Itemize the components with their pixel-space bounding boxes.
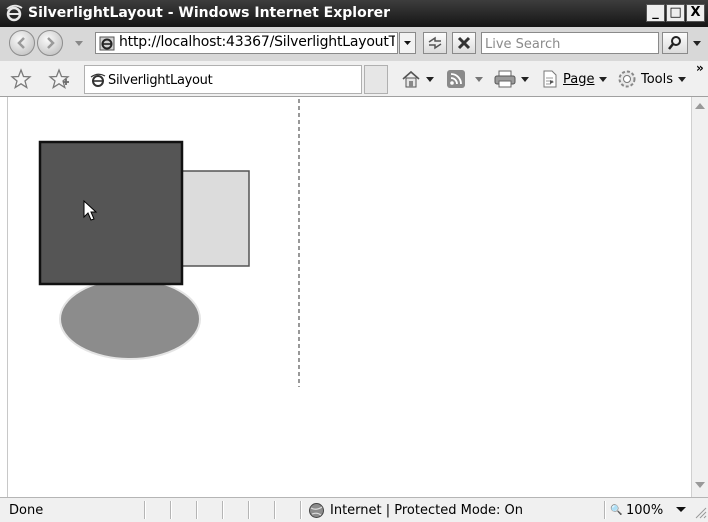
search-options-dropdown-icon[interactable]: [692, 40, 702, 48]
vertical-scrollbar[interactable]: [691, 97, 708, 497]
more-commands-chevron[interactable]: »: [696, 61, 704, 75]
content-left-border: [0, 97, 8, 497]
ie-logo-icon: [6, 4, 23, 22]
status-divider: [604, 501, 606, 519]
address-bar: http://localhost:43367/SilverlightLayout…: [0, 27, 708, 61]
back-button[interactable]: [9, 30, 35, 56]
window-title: SilverlightLayout - Windows Internet Exp…: [28, 5, 391, 21]
page-icon: [543, 70, 557, 88]
print-button[interactable]: [494, 67, 529, 91]
status-divider: [144, 501, 146, 519]
status-divider: [248, 501, 250, 519]
scroll-up-arrow-icon[interactable]: [695, 103, 705, 109]
page-icon: [90, 73, 106, 87]
forward-arrow-icon: [47, 37, 55, 49]
refresh-button[interactable]: [423, 32, 447, 54]
status-bar: Done Internet | Protected Mode: On 🔍 100…: [0, 497, 708, 522]
gear-icon: [618, 70, 636, 88]
dark-square: [38, 140, 184, 286]
feeds-button[interactable]: [447, 67, 483, 91]
status-divider: [300, 501, 302, 519]
address-field[interactable]: http://localhost:43367/SilverlightLayout…: [95, 32, 398, 54]
forward-button[interactable]: [37, 30, 63, 56]
new-tab-button[interactable]: [364, 65, 388, 94]
home-button[interactable]: [401, 67, 434, 91]
status-divider: [274, 501, 276, 519]
home-icon: [402, 70, 420, 88]
close-button[interactable]: X: [686, 4, 705, 22]
minimize-button[interactable]: _: [646, 4, 665, 22]
search-input[interactable]: [485, 35, 655, 54]
search-button[interactable]: [662, 32, 688, 54]
silverlight-canvas: [38, 99, 300, 387]
tools-menu[interactable]: Tools: [617, 67, 687, 91]
chevron-down-icon[interactable]: [678, 76, 687, 82]
printer-icon: [494, 70, 516, 88]
zoom-icon: 🔍: [610, 505, 623, 516]
refresh-icon: [428, 36, 442, 50]
chevron-down-icon[interactable]: [599, 76, 608, 82]
address-dropdown-button[interactable]: [399, 32, 416, 54]
rss-feed-icon: [447, 70, 465, 88]
chevron-down-icon[interactable]: [521, 76, 529, 82]
favorites-center-icon[interactable]: [10, 68, 32, 90]
add-favorites-icon[interactable]: [48, 68, 70, 90]
search-icon: [668, 36, 681, 50]
tab-label: SilverlightLayout: [108, 73, 213, 88]
resize-grip-icon[interactable]: [694, 506, 707, 519]
status-text: Done: [9, 503, 44, 518]
command-bar: SilverlightLayout Page Tools »: [0, 61, 708, 97]
zoom-level[interactable]: 100%: [626, 503, 663, 518]
page-content: [8, 97, 691, 497]
maximize-button[interactable]: □: [666, 4, 685, 22]
tab-silverlightlayout[interactable]: SilverlightLayout: [84, 65, 362, 94]
chevron-down-icon: [404, 41, 411, 45]
security-zone-text[interactable]: Internet | Protected Mode: On: [330, 503, 523, 518]
gray-ellipse: [59, 278, 201, 360]
zoom-dropdown-icon[interactable]: [676, 507, 686, 513]
status-divider: [222, 501, 224, 519]
stop-icon: [457, 36, 471, 50]
history-dropdown-icon[interactable]: [74, 41, 84, 47]
title-bar[interactable]: SilverlightLayout - Windows Internet Exp…: [0, 0, 708, 27]
page-menu[interactable]: Page: [541, 67, 608, 91]
url-text: http://localhost:43367/SilverlightLayout…: [119, 34, 395, 50]
tools-menu-label: Tools: [641, 71, 674, 87]
back-arrow-icon: [17, 37, 25, 49]
status-divider: [196, 501, 198, 519]
page-icon: [99, 36, 115, 51]
chevron-down-icon[interactable]: [475, 76, 483, 82]
scroll-down-arrow-icon[interactable]: [695, 482, 705, 488]
chevron-down-icon[interactable]: [426, 76, 434, 82]
search-box: [481, 32, 659, 54]
status-divider: [170, 501, 172, 519]
page-menu-label: Page: [563, 71, 595, 87]
stop-button[interactable]: [452, 32, 476, 54]
internet-zone-globe-icon: [309, 503, 324, 518]
light-rectangle: [181, 170, 250, 267]
